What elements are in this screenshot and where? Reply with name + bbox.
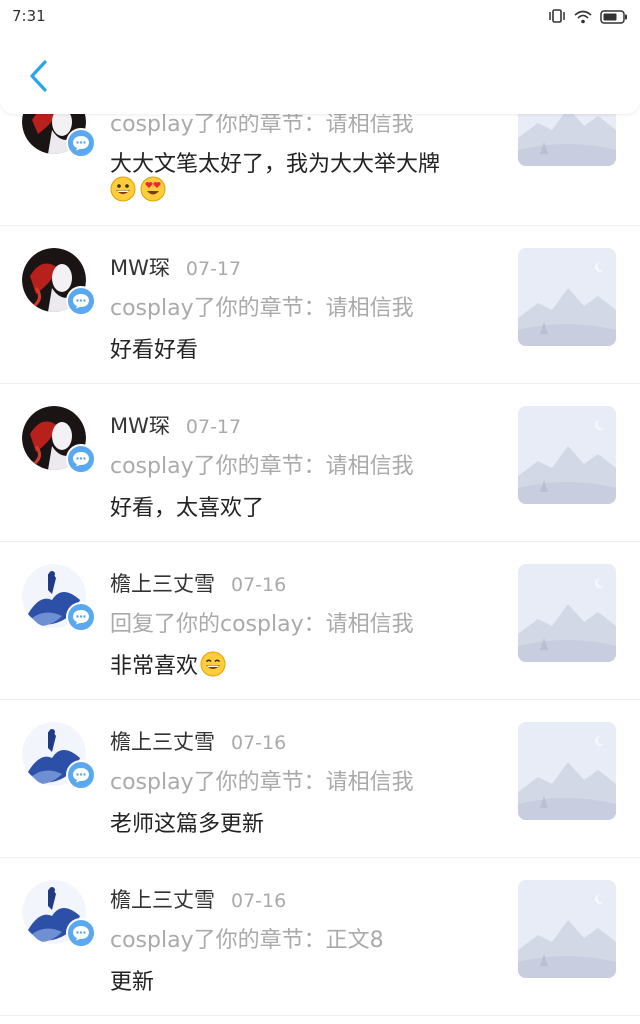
status-bar: 7:31 <box>0 0 640 34</box>
list-item[interactable]: 檐上三丈雪 07-16 cosplay了你的章节：正文8 更新 <box>0 858 640 1016</box>
date-label: 07-17 <box>185 258 242 280</box>
comment-text: 大大文笔太好了，我为大大举大牌 <box>110 146 440 178</box>
date-label: 07-16 <box>231 574 287 596</box>
chapter-thumbnail[interactable] <box>518 564 616 662</box>
action-text: cosplay了你的章节：请相信我 <box>110 296 414 321</box>
status-time: 7:31 <box>12 7 46 25</box>
message-badge-icon <box>66 444 96 474</box>
chapter-thumbnail[interactable] <box>518 722 616 820</box>
message-badge-icon <box>66 760 96 790</box>
comment-text: 好看，太喜欢了 <box>110 490 264 522</box>
user-name[interactable]: MW琛 <box>110 410 170 440</box>
comment-body: 大大文笔太好了，我为大大举大牌 <box>110 152 441 177</box>
avatar[interactable] <box>22 564 96 632</box>
list-item[interactable]: MW琛 07-17 cosplay了你的章节：请相信我 好看好看 <box>0 226 640 384</box>
comment-text: 更新 <box>110 964 154 996</box>
comment-body: 更新 <box>110 970 155 995</box>
name-row: 檐上三丈雪 07-16 <box>110 726 286 756</box>
comment-text: 非常喜欢 <box>110 648 226 680</box>
vibrate-icon <box>548 8 566 28</box>
chevron-left-icon <box>27 59 49 97</box>
heart-eyes-emoji <box>140 176 166 206</box>
avatar[interactable] <box>22 722 96 790</box>
date-label: 07-16 <box>231 890 287 912</box>
user-name[interactable]: 檐上三丈雪 <box>110 568 215 598</box>
action-text: cosplay了你的章节：请相信我 <box>110 454 414 479</box>
battery-icon <box>600 9 628 28</box>
user-name[interactable]: 檐上三丈雪 <box>110 726 215 756</box>
comment-body: 老师这篇多更新 <box>110 812 265 837</box>
comment-text: 老师这篇多更新 <box>110 806 264 838</box>
avatar[interactable] <box>22 248 96 316</box>
name-row: 檐上三丈雪 07-16 <box>110 568 286 598</box>
message-badge-icon <box>66 918 96 948</box>
name-row: 檐上三丈雪 07-16 <box>110 884 286 914</box>
header-bar <box>0 34 640 114</box>
message-badge-icon <box>66 286 96 316</box>
chapter-thumbnail[interactable] <box>518 248 616 346</box>
wifi-icon <box>574 9 592 28</box>
user-name[interactable]: 檐上三丈雪 <box>110 884 215 914</box>
action-text: cosplay了你的章节：请相信我 <box>110 770 414 795</box>
name-row: MW琛 07-17 <box>110 252 241 282</box>
list-item[interactable]: 檐上三丈雪 07-16 回复了你的cosplay：请相信我 非常喜欢 <box>0 542 640 700</box>
date-label: 07-17 <box>185 416 242 438</box>
grinning-face-emoji <box>110 176 136 206</box>
chapter-thumbnail[interactable] <box>518 880 616 978</box>
emoji-row <box>110 176 166 206</box>
date-label: 07-16 <box>231 732 287 754</box>
status-icons <box>548 8 628 28</box>
comment-text: 好看好看 <box>110 332 198 364</box>
message-badge-icon <box>66 128 96 158</box>
back-button[interactable] <box>18 58 58 98</box>
avatar[interactable] <box>22 406 96 474</box>
comment-body: 好看，太喜欢了 <box>110 496 265 521</box>
action-text: cosplay了你的章节：正文8 <box>110 928 384 953</box>
avatar[interactable] <box>22 880 96 948</box>
chapter-thumbnail[interactable] <box>518 406 616 504</box>
message-badge-icon <box>66 602 96 632</box>
comment-body: 好看好看 <box>110 338 199 363</box>
action-text: 回复了你的cosplay：请相信我 <box>110 612 414 637</box>
user-name[interactable]: MW琛 <box>110 252 170 282</box>
list-item[interactable]: 檐上三丈雪 07-16 cosplay了你的章节：请相信我 老师这篇多更新 <box>0 700 640 858</box>
name-row: MW琛 07-17 <box>110 410 241 440</box>
list-item[interactable]: MW琛 07-17 cosplay了你的章节：请相信我 好看，太喜欢了 <box>0 384 640 542</box>
grinning-face-emoji <box>200 651 226 677</box>
comment-body: 非常喜欢 <box>110 654 199 679</box>
